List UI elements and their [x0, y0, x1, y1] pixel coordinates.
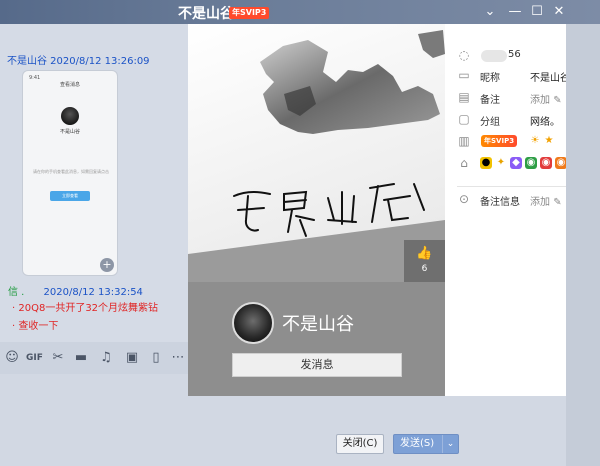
- phone-name: 不是山谷: [59, 129, 80, 135]
- remark-info-label: 备注信息: [480, 197, 520, 208]
- nickname-value: 不是山谷: [530, 73, 566, 84]
- nickname-label: 昵称: [480, 73, 500, 84]
- send-options-icon[interactable]: ⌄: [442, 435, 458, 453]
- qq-number-blur: [481, 50, 507, 62]
- pencil-icon: ✎: [553, 197, 562, 208]
- qq-number-row: ◌ 56: [445, 46, 566, 66]
- folder-icon[interactable]: ▬: [73, 350, 89, 366]
- gif-icon[interactable]: GIF: [26, 350, 43, 366]
- scroll-badge-icon[interactable]: ✦: [495, 157, 507, 169]
- home-icon: ⌂: [460, 156, 468, 170]
- green-badge-icon[interactable]: ◉: [525, 157, 537, 169]
- message-time: 2020/8/12 13:32:54: [43, 287, 143, 298]
- gem-badge-icon[interactable]: ◆: [510, 157, 522, 169]
- like-count: 6: [421, 264, 428, 274]
- close-window-button[interactable]: ✕: [549, 2, 569, 22]
- nickname-row: ▭ 昵称 不是山谷: [445, 66, 566, 86]
- message-header-2: 信 . 2020/8/12 13:32:54: [8, 283, 143, 298]
- qq-badge-icon[interactable]: ●: [480, 157, 492, 169]
- ellipsis-circle-icon: ⊙: [458, 192, 470, 206]
- folder-icon: ▢: [458, 112, 470, 126]
- svip-level-badge[interactable]: 年SVIP3: [481, 135, 518, 147]
- emoji-icon[interactable]: ☺: [4, 350, 20, 366]
- send-message-button[interactable]: 发消息: [232, 353, 402, 377]
- pencil-icon: ✎: [553, 95, 562, 106]
- phone-view-button: 立即查看: [50, 191, 90, 201]
- music-icon[interactable]: ♫: [98, 350, 114, 366]
- qq-number-suffix: 56: [508, 49, 521, 60]
- remark-info-add-link[interactable]: 添加 ✎: [530, 193, 562, 208]
- svip-badge: 年SVIP3: [229, 7, 270, 19]
- close-button[interactable]: 关闭(C): [336, 434, 384, 454]
- scissors-icon[interactable]: ✂: [50, 350, 66, 366]
- image-icon[interactable]: ▣: [124, 350, 140, 366]
- more-icon[interactable]: ⋯: [170, 350, 186, 366]
- window-titlebar: 不是山谷 年SVIP3 ⌄ — ☐ ✕: [0, 0, 600, 24]
- remark-info-row: ⊙ 备注信息 添加 ✎: [445, 190, 566, 210]
- red-badge-icon[interactable]: ◉: [540, 157, 552, 169]
- contact-card-icon: ▤: [458, 90, 470, 104]
- remark-label: 备注: [480, 95, 500, 106]
- panel-divider: [457, 186, 566, 187]
- send-label: 发送(S): [400, 438, 435, 449]
- id-card-icon: ▭: [458, 68, 470, 82]
- window-title: 不是山谷: [178, 6, 234, 22]
- send-button[interactable]: 发送(S) ⌄: [393, 434, 459, 454]
- phone-header: 查看消息: [59, 82, 80, 88]
- minimize-button[interactable]: —: [505, 2, 525, 22]
- badges-row: ⌂ ● ✦ ◆ ◉ ◉ ◉: [445, 154, 566, 174]
- profile-avatar[interactable]: [232, 302, 274, 344]
- remark-add-link[interactable]: 添加 ✎: [530, 91, 562, 106]
- message-header: 不是山谷 2020/8/12 13:26:09: [7, 56, 150, 67]
- message-text-2: · 查收一下: [12, 321, 59, 332]
- sender-name: 信 .: [8, 287, 25, 298]
- dropdown-icon[interactable]: ⌄: [480, 2, 500, 22]
- maximize-button[interactable]: ☐: [527, 2, 547, 22]
- group-value[interactable]: 网络。: [530, 113, 560, 128]
- message-text-1: · 20Q8一共开了32个月炫舞紫钻: [12, 303, 159, 314]
- level-icon: ▥: [458, 134, 470, 148]
- thumbs-up-icon: 👍: [416, 246, 433, 261]
- remark-row: ▤ 备注 添加 ✎: [445, 88, 566, 108]
- zoom-icon[interactable]: +: [100, 258, 114, 272]
- input-toolbar: ☺ GIF ✂ ▬ ♫ ▣ ▯ ⋯: [0, 342, 190, 374]
- level-row: ▥ 年SVIP3 ☀ ★: [445, 132, 566, 152]
- profile-info-panel: ◌ 56 ▭ 昵称 不是山谷 ▤ 备注 添加 ✎ ▢ 分组 网络。 ▥ 年SVI…: [445, 24, 566, 396]
- phone-screenshot-image[interactable]: 9:41 查看消息 不是山谷 请在你的手机查看此消息，如需回复请点击 立即查看: [22, 70, 118, 276]
- profile-nickname: 不是山谷: [282, 314, 354, 335]
- penguin-icon: ◌: [458, 48, 470, 62]
- phone-avatar: [61, 107, 79, 125]
- phone-description: 请在你的手机查看此消息，如需回复请点击: [33, 169, 109, 174]
- group-row: ▢ 分组 网络。: [445, 110, 566, 130]
- side-panel: [566, 24, 600, 466]
- phone-icon[interactable]: ▯: [148, 350, 164, 366]
- sun-icon[interactable]: ☀: [529, 135, 541, 147]
- star-icon[interactable]: ★: [543, 135, 555, 147]
- orange-badge-icon[interactable]: ◉: [555, 157, 566, 169]
- like-button[interactable]: 👍 6: [404, 240, 445, 282]
- group-label: 分组: [480, 117, 500, 128]
- profile-card-cover: 👍 6 不是山谷 发消息: [188, 24, 445, 396]
